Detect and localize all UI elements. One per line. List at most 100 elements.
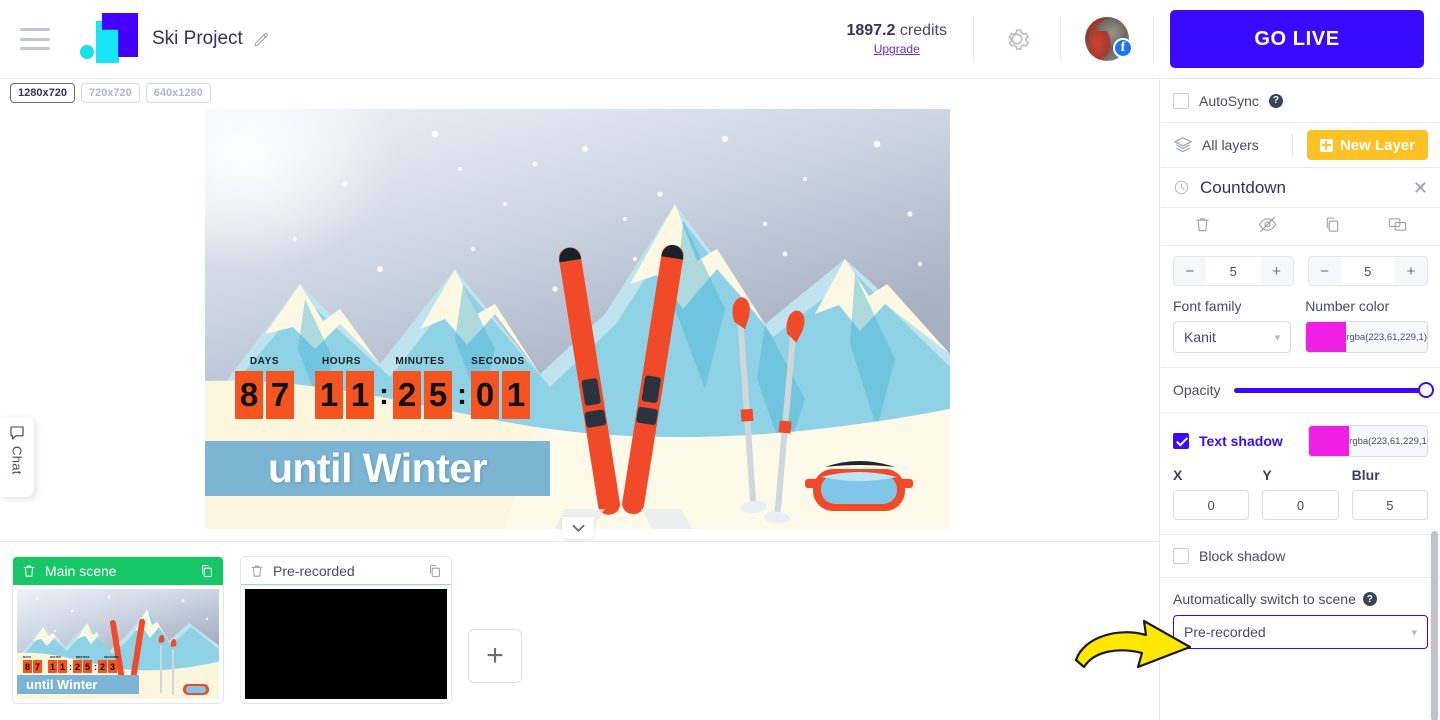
opacity-section: Opacity bbox=[1161, 367, 1440, 413]
countdown-label-seconds: SECONDS bbox=[471, 356, 525, 367]
shadow-y-label: Y bbox=[1262, 467, 1272, 483]
scene-card-prerecorded[interactable]: Pre-recorded bbox=[240, 556, 452, 704]
close-icon[interactable]: ✕ bbox=[1413, 179, 1428, 197]
trash-icon[interactable] bbox=[21, 563, 37, 579]
thumb-digit: 2 bbox=[98, 660, 107, 673]
copy-icon[interactable] bbox=[1323, 215, 1342, 239]
shadow-y-input[interactable]: 0 bbox=[1262, 490, 1339, 520]
trash-icon[interactable] bbox=[249, 563, 265, 579]
stepper-left-value[interactable]: 5 bbox=[1206, 257, 1261, 285]
all-layers-button[interactable]: All layers bbox=[1173, 135, 1292, 155]
digit-hours-ones: 1 bbox=[346, 371, 374, 419]
scene-thumbnail-main: DAYS HOURS MINUTES SECONDS 8 7 1 1: 2 5… bbox=[17, 589, 219, 699]
auto-switch-label-row: Automatically switch to scene ? bbox=[1173, 591, 1428, 607]
auto-switch-select[interactable]: Pre-recorded ▾ bbox=[1173, 615, 1428, 649]
autosync-checkbox[interactable] bbox=[1173, 92, 1189, 109]
block-shadow-label: Block shadow bbox=[1199, 548, 1286, 564]
add-scene-button[interactable]: + bbox=[468, 629, 522, 683]
digit-seconds-tens: 0 bbox=[471, 371, 499, 419]
upgrade-link[interactable]: Upgrade bbox=[874, 42, 920, 56]
eye-off-icon[interactable] bbox=[1257, 214, 1278, 240]
hamburger-line bbox=[20, 47, 50, 50]
thumb-countdown-labels: DAYS HOURS MINUTES SECONDS bbox=[23, 655, 128, 659]
chat-rail[interactable]: Chat bbox=[0, 417, 34, 497]
countdown-label-minutes: MINUTES bbox=[395, 356, 445, 367]
stepper-left-minus[interactable]: − bbox=[1174, 257, 1206, 285]
chevron-down-icon: ▾ bbox=[1411, 626, 1417, 639]
resolution-720x720[interactable]: 720x720 bbox=[80, 83, 140, 103]
help-icon[interactable]: ? bbox=[1268, 93, 1283, 108]
font-family-select[interactable]: Kanit ▾ bbox=[1173, 321, 1292, 353]
thumb-separator: : bbox=[94, 661, 97, 672]
caption-text: until Winter bbox=[267, 445, 488, 491]
resolution-640x1280[interactable]: 640x1280 bbox=[145, 83, 211, 103]
shadow-x-field: X 0 bbox=[1173, 467, 1250, 520]
preview-canvas[interactable]: DAYS HOURS MINUTES SECONDS 8 7 1 1 : 2 5… bbox=[205, 109, 950, 529]
chevron-down-icon: ▾ bbox=[1274, 331, 1281, 344]
shadow-offset-row: X 0 Y 0 Blur 5 bbox=[1161, 467, 1440, 534]
layer-steppers: − 5 + − 5 + bbox=[1161, 246, 1440, 298]
countdown-separator: : bbox=[379, 378, 389, 411]
shadow-x-input[interactable]: 0 bbox=[1173, 490, 1250, 520]
auto-switch-label: Automatically switch to scene bbox=[1173, 591, 1356, 607]
shadow-blur-input[interactable]: 5 bbox=[1351, 490, 1428, 520]
copy-icon[interactable] bbox=[199, 563, 215, 579]
countdown-overlay[interactable]: DAYS HOURS MINUTES SECONDS 8 7 1 1 : 2 5… bbox=[235, 356, 533, 419]
countdown-label-days: DAYS bbox=[249, 356, 280, 367]
scenes-bar: Main scene DAYS HOURS MINUTES SECONDS 8 … bbox=[0, 541, 1160, 720]
thumb-label-hours: HOURS bbox=[50, 655, 61, 659]
user-avatar-button[interactable]: f bbox=[1061, 16, 1154, 62]
canvas-collapse-button[interactable] bbox=[562, 517, 594, 539]
thumb-digit: 5 bbox=[83, 660, 92, 673]
thumb-digit: 7 bbox=[33, 660, 42, 673]
go-live-button[interactable]: GO LIVE bbox=[1170, 10, 1424, 68]
scene-card-main[interactable]: Main scene DAYS HOURS MINUTES SECONDS 8 … bbox=[12, 556, 224, 704]
caption-overlay[interactable]: until Winter bbox=[205, 441, 550, 496]
number-color-picker[interactable]: rgba(223,61,229,1) bbox=[1305, 321, 1428, 353]
clock-icon bbox=[1174, 180, 1189, 195]
font-color-row: Font family Kanit ▾ Number color rgba(22… bbox=[1161, 298, 1440, 367]
layer-title: Countdown bbox=[1200, 177, 1287, 197]
thumb-digit: 1 bbox=[48, 660, 57, 673]
opacity-label: Opacity bbox=[1173, 382, 1221, 398]
block-shadow-checkbox[interactable] bbox=[1173, 548, 1189, 564]
right-panel: AutoSync ? All layers New Layer Countdow… bbox=[1161, 79, 1440, 720]
stepper-right-value[interactable]: 5 bbox=[1340, 257, 1395, 285]
text-shadow-color-value: rgba(223,61,229,1 bbox=[1349, 426, 1427, 456]
credits-widget: 1897.2 credits Upgrade bbox=[820, 16, 974, 62]
countdown-labels: DAYS HOURS MINUTES SECONDS bbox=[235, 356, 533, 367]
text-shadow-color-picker[interactable]: rgba(223,61,229,1 bbox=[1308, 425, 1428, 457]
stepper-right-minus[interactable]: − bbox=[1308, 257, 1341, 285]
thumb-caption-text: until Winter bbox=[26, 677, 98, 692]
pencil-icon[interactable] bbox=[253, 31, 269, 47]
text-shadow-color-swatch bbox=[1309, 426, 1349, 456]
number-color-field: Number color rgba(223,61,229,1) bbox=[1305, 298, 1428, 353]
text-shadow-checkbox[interactable] bbox=[1173, 433, 1189, 449]
app-logo[interactable] bbox=[80, 15, 138, 63]
send-to-scene-icon[interactable] bbox=[1387, 214, 1408, 240]
copy-icon[interactable] bbox=[427, 563, 443, 579]
stepper-left-plus[interactable]: + bbox=[1260, 257, 1293, 285]
block-shadow-row: Block shadow bbox=[1161, 535, 1440, 577]
countdown-separator: : bbox=[457, 378, 467, 411]
help-icon[interactable]: ? bbox=[1362, 592, 1377, 606]
opacity-slider[interactable] bbox=[1234, 382, 1434, 398]
all-layers-label: All layers bbox=[1202, 137, 1259, 153]
settings-button[interactable] bbox=[974, 16, 1061, 62]
trash-icon[interactable] bbox=[1193, 215, 1212, 239]
block-shadow-section: Block shadow bbox=[1161, 534, 1440, 578]
opacity-slider-knob[interactable] bbox=[1418, 382, 1434, 398]
hamburger-line bbox=[20, 37, 50, 41]
chat-rail-label: Chat bbox=[9, 446, 25, 475]
auto-switch-value: Pre-recorded bbox=[1184, 624, 1266, 640]
resolution-1280x720[interactable]: 1280x720 bbox=[10, 83, 75, 103]
stepper-right-plus[interactable]: + bbox=[1395, 257, 1427, 285]
panel-scrollbar[interactable] bbox=[1431, 531, 1438, 720]
new-layer-button[interactable]: New Layer bbox=[1306, 130, 1428, 160]
top-bar: Ski Project 1897.2 credits Upgrade f GO … bbox=[0, 0, 1440, 79]
thumb-separator: : bbox=[69, 661, 72, 672]
new-layer-label: New Layer bbox=[1339, 136, 1415, 154]
digit-days-tens: 8 bbox=[235, 371, 263, 419]
gear-icon bbox=[1008, 29, 1029, 50]
hamburger-menu-icon[interactable] bbox=[20, 28, 50, 50]
